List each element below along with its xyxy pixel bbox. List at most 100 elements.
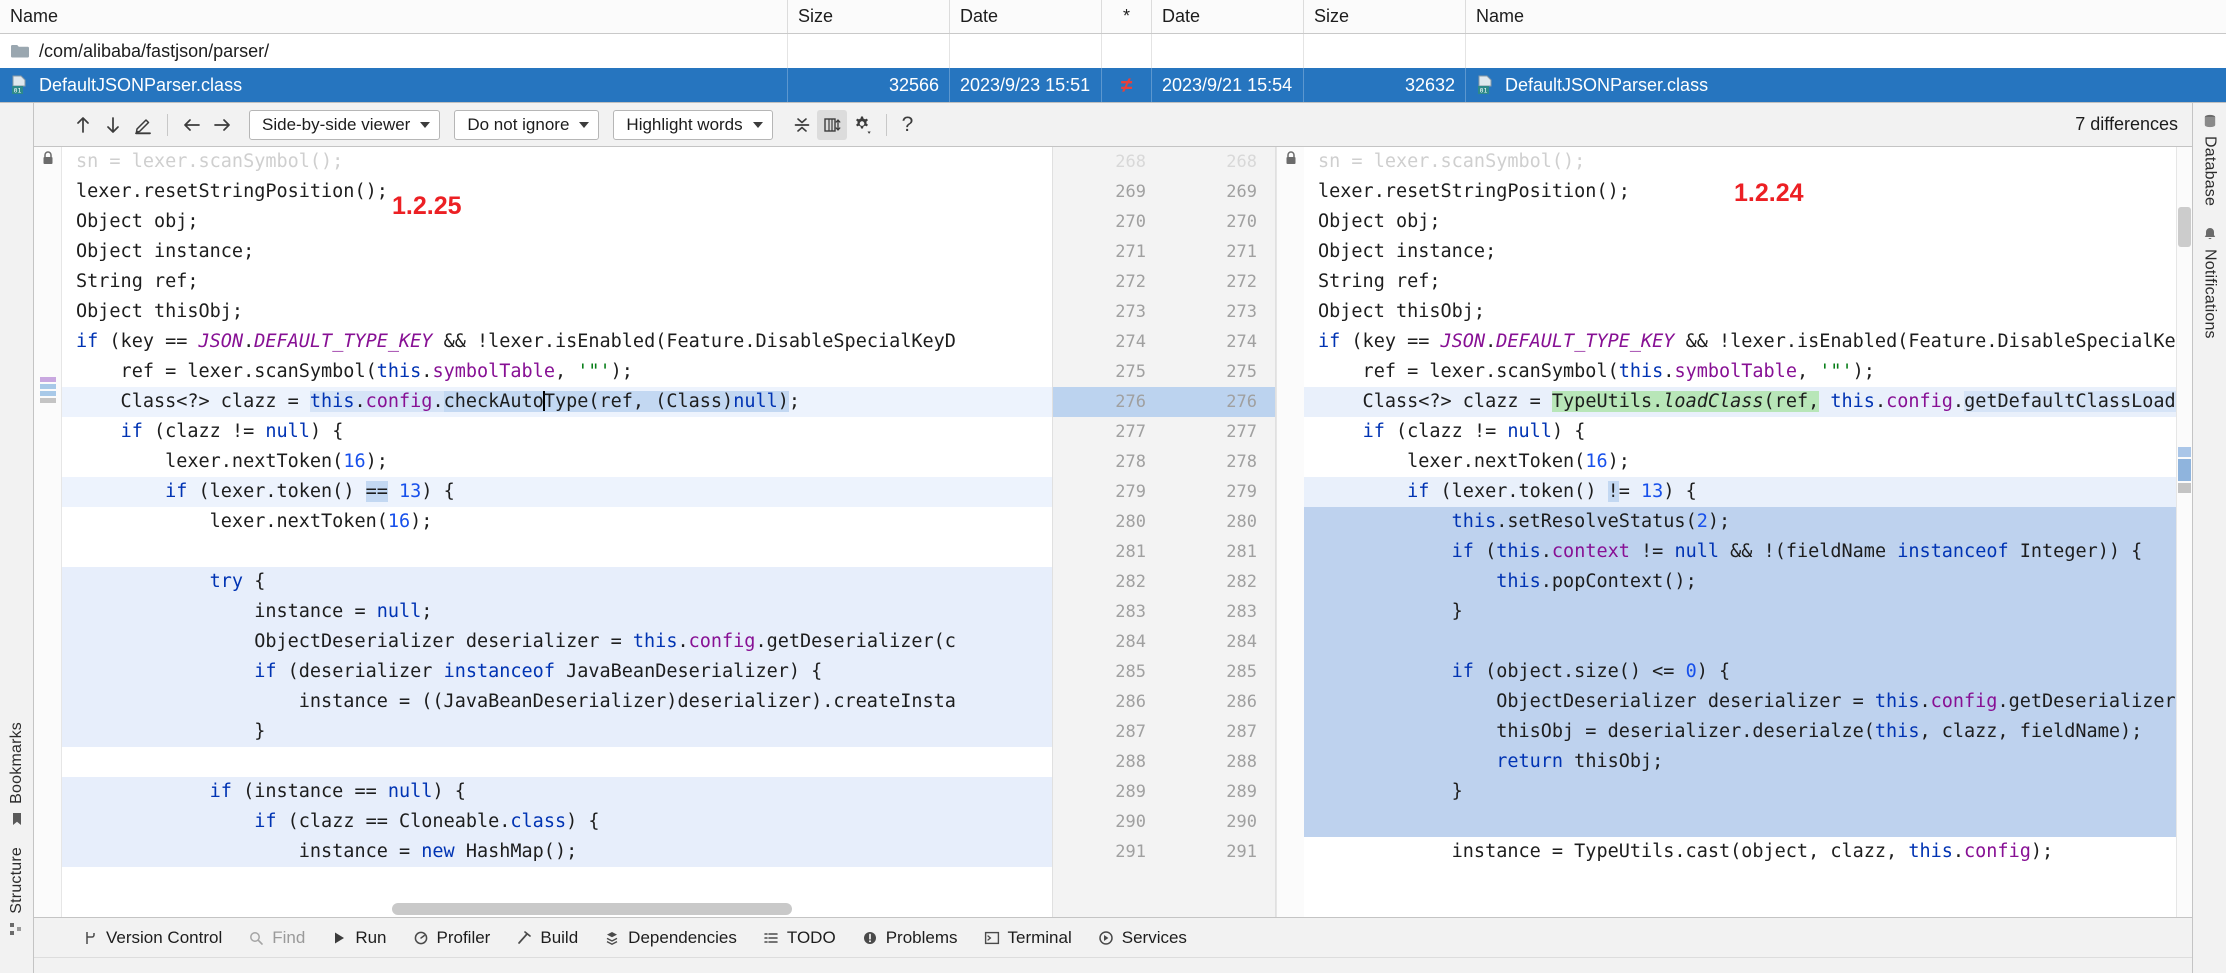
code-line[interactable]: if (instance == null) { <box>62 777 1052 807</box>
column-header-size-right[interactable]: Size <box>1304 0 1466 33</box>
code-line[interactable] <box>1304 627 2176 657</box>
column-header-name-right[interactable]: Name <box>1466 0 2226 33</box>
table-row-selected-file[interactable]: 01 DefaultJSONParser.class 32566 2023/9/… <box>0 68 2226 102</box>
code-line[interactable]: Object instance; <box>1304 237 2176 267</box>
table-row-folder[interactable]: /com/alibaba/fastjson/parser/ <box>0 34 2226 68</box>
code-line[interactable]: ObjectDeserializer deserializer = this.c… <box>62 627 1052 657</box>
left-horizontal-scrollbar[interactable] <box>392 903 792 915</box>
sidebar-item-structure[interactable]: Structure <box>0 837 33 947</box>
code-line[interactable]: this.setResolveStatus(2); <box>1304 507 2176 537</box>
code-line[interactable]: } <box>1304 777 2176 807</box>
status-item-profiler[interactable]: Profiler <box>413 928 490 948</box>
code-line[interactable]: if (clazz != null) { <box>62 417 1052 447</box>
diff-viewer-body: sn = lexer.scanSymbol(); lexer.resetStrin… <box>34 147 2192 917</box>
status-item-services[interactable]: Services <box>1098 928 1187 948</box>
line-number: 288 <box>1115 752 1146 772</box>
code-line[interactable]: this.popContext(); <box>1304 567 2176 597</box>
code-line[interactable]: instance = null; <box>62 597 1052 627</box>
code-line[interactable]: instance = new HashMap(); <box>62 837 1052 867</box>
code-line[interactable]: if (lexer.token() != 13) { <box>1304 477 2176 507</box>
code-line[interactable]: Object obj; <box>1304 207 2176 237</box>
code-line[interactable]: if (key == JSON.DEFAULT_TYPE_KEY && !lex… <box>62 327 1052 357</box>
diff-toolbar: Side-by-side viewer Do not ignore Highli… <box>34 103 2192 147</box>
status-item-version-control[interactable]: Version Control <box>82 928 222 948</box>
code-line[interactable]: Object obj; <box>62 207 1052 237</box>
code-line[interactable]: String ref; <box>1304 267 2176 297</box>
column-header-date-left[interactable]: Date <box>950 0 1102 33</box>
previous-file-icon[interactable] <box>177 110 207 140</box>
folder-date-right <box>1152 34 1304 68</box>
code-line[interactable]: instance = ((JavaBeanDeserializer)deseri… <box>62 687 1052 717</box>
column-header-date-right[interactable]: Date <box>1152 0 1304 33</box>
line-number: 277 <box>1115 422 1146 442</box>
help-button[interactable]: ? <box>896 113 920 137</box>
column-header-size-left[interactable]: Size <box>788 0 950 33</box>
code-line[interactable]: thisObj = deserializer.deserialze(this, … <box>1304 717 2176 747</box>
file-cell-right[interactable]: 01 DefaultJSONParser.class <box>1466 68 2226 102</box>
left-gutter-marks[interactable] <box>34 147 62 917</box>
sidebar-item-database[interactable]: Database <box>2193 103 2226 216</box>
next-file-icon[interactable] <box>207 110 237 140</box>
code-line[interactable]: sn = lexer.scanSymbol(); <box>62 147 1052 177</box>
code-line[interactable]: lexer.nextToken(16); <box>62 447 1052 477</box>
code-line[interactable]: } <box>62 717 1052 747</box>
collapse-unchanged-icon[interactable] <box>787 110 817 140</box>
code-line[interactable]: lexer.nextToken(16); <box>62 507 1052 537</box>
code-line[interactable]: String ref; <box>62 267 1052 297</box>
sidebar-item-bookmarks[interactable]: Bookmarks <box>0 712 33 837</box>
terminal-icon <box>984 931 999 944</box>
ignore-mode-dropdown[interactable]: Do not ignore <box>454 109 600 140</box>
left-code-pane[interactable]: sn = lexer.scanSymbol(); lexer.resetStrin… <box>62 147 1052 917</box>
code-line[interactable]: if (object.size() <= 0) { <box>1304 657 2176 687</box>
annotate-icon[interactable] <box>128 110 158 140</box>
code-line[interactable]: try { <box>62 567 1052 597</box>
code-line[interactable]: Class<?> clazz = TypeUtils.loadClass(ref… <box>1304 387 2176 417</box>
code-line[interactable]: Object instance; <box>62 237 1052 267</box>
overview-thumb[interactable] <box>2178 207 2191 247</box>
code-line[interactable]: ref = lexer.scanSymbol(this.symbolTable,… <box>62 357 1052 387</box>
code-line[interactable]: lexer.nextToken(16); <box>1304 447 2176 477</box>
code-line[interactable] <box>62 747 1052 777</box>
code-line[interactable]: } <box>1304 597 2176 627</box>
diff-overview-scrollbar[interactable] <box>2176 147 2192 917</box>
code-line[interactable]: instance = TypeUtils.cast(object, clazz,… <box>1304 837 2176 867</box>
code-line[interactable]: Class<?> clazz = this.config.checkAutoTy… <box>62 387 1052 417</box>
previous-difference-icon[interactable] <box>68 110 98 140</box>
right-code-pane[interactable]: sn = lexer.scanSymbol(); lexer.resetStrin… <box>1304 147 2176 917</box>
status-item-build[interactable]: Build <box>516 928 578 948</box>
right-code-content[interactable]: sn = lexer.scanSymbol(); lexer.resetStrin… <box>1304 147 2176 867</box>
code-line[interactable]: lexer.resetStringPosition(); <box>62 177 1052 207</box>
sidebar-item-notifications[interactable]: Notifications <box>2193 216 2226 349</box>
status-item-problems[interactable]: Problems <box>862 928 958 948</box>
code-line[interactable]: if (key == JSON.DEFAULT_TYPE_KEY && !lex… <box>1304 327 2176 357</box>
code-line[interactable]: sn = lexer.scanSymbol(); <box>1304 147 2176 177</box>
code-line[interactable]: if (this.context != null && !(fieldName … <box>1304 537 2176 567</box>
code-line[interactable]: if (deserializer instanceof JavaBeanDese… <box>62 657 1052 687</box>
viewer-mode-dropdown[interactable]: Side-by-side viewer <box>249 109 441 140</box>
code-line[interactable] <box>62 537 1052 567</box>
status-item-run[interactable]: Run <box>331 928 387 948</box>
code-line[interactable]: if (clazz != null) { <box>1304 417 2176 447</box>
column-header-name-left[interactable]: Name <box>0 0 788 33</box>
code-line[interactable]: if (clazz == Cloneable.class) { <box>62 807 1052 837</box>
status-item-terminal[interactable]: Terminal <box>984 928 1072 948</box>
code-line[interactable]: lexer.resetStringPosition(); <box>1304 177 2176 207</box>
next-difference-icon[interactable] <box>98 110 128 140</box>
code-line[interactable]: return thisObj; <box>1304 747 2176 777</box>
status-item-todo[interactable]: TODO <box>763 928 836 948</box>
synchronize-scrolling-icon[interactable] <box>816 109 847 140</box>
highlight-mode-dropdown[interactable]: Highlight words <box>613 109 773 140</box>
left-code-content[interactable]: sn = lexer.scanSymbol(); lexer.resetStrin… <box>62 147 1052 867</box>
settings-gear-icon[interactable] <box>847 110 877 140</box>
code-line[interactable]: Object thisObj; <box>1304 297 2176 327</box>
code-line[interactable] <box>1304 807 2176 837</box>
column-header-status[interactable]: * <box>1102 0 1152 33</box>
code-line[interactable]: ref = lexer.scanSymbol(this.symbolTable,… <box>1304 357 2176 387</box>
code-line[interactable]: Object thisObj; <box>62 297 1052 327</box>
status-item-find[interactable]: Find <box>248 928 305 948</box>
code-line[interactable]: if (lexer.token() == 13) { <box>62 477 1052 507</box>
file-cell-left[interactable]: 01 DefaultJSONParser.class <box>0 68 788 102</box>
code-line[interactable]: ObjectDeserializer deserializer = this.c… <box>1304 687 2176 717</box>
right-gutter-marks[interactable] <box>1276 147 1304 917</box>
status-item-dependencies[interactable]: Dependencies <box>604 928 737 948</box>
